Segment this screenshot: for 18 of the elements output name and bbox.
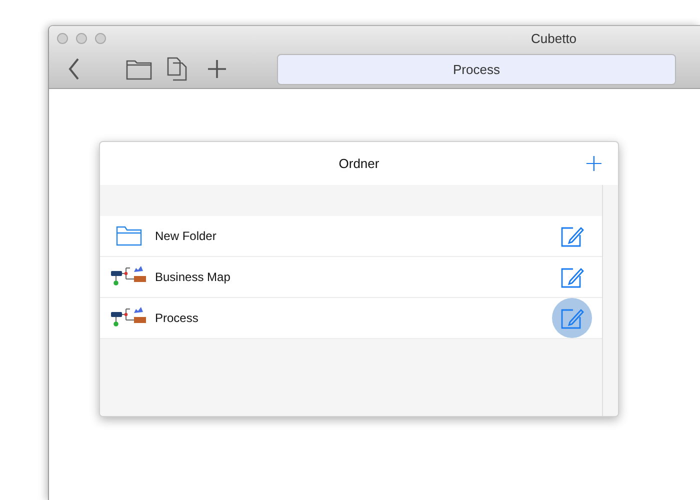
edit-icon <box>560 265 584 289</box>
edit-icon <box>560 306 584 330</box>
folder-icon[interactable] <box>126 58 152 80</box>
window-title: Cubetto <box>531 30 577 46</box>
item-label: New Folder <box>155 229 218 243</box>
documents-icon[interactable] <box>167 57 187 81</box>
item-label: Business Map <box>155 270 232 284</box>
edit-button[interactable] <box>552 298 592 338</box>
list-item[interactable]: Business Map <box>100 257 602 298</box>
add-icon[interactable] <box>207 59 227 79</box>
list-item[interactable]: New Folder <box>100 216 602 257</box>
edit-icon <box>560 224 584 248</box>
item-label: Process <box>155 311 200 325</box>
add-button[interactable]: + <box>584 151 604 175</box>
panel-title: Ordner <box>338 156 380 171</box>
scrollbar-track[interactable] <box>602 185 618 416</box>
path-field[interactable]: Process <box>277 54 676 84</box>
list-item[interactable]: Process <box>100 298 602 339</box>
